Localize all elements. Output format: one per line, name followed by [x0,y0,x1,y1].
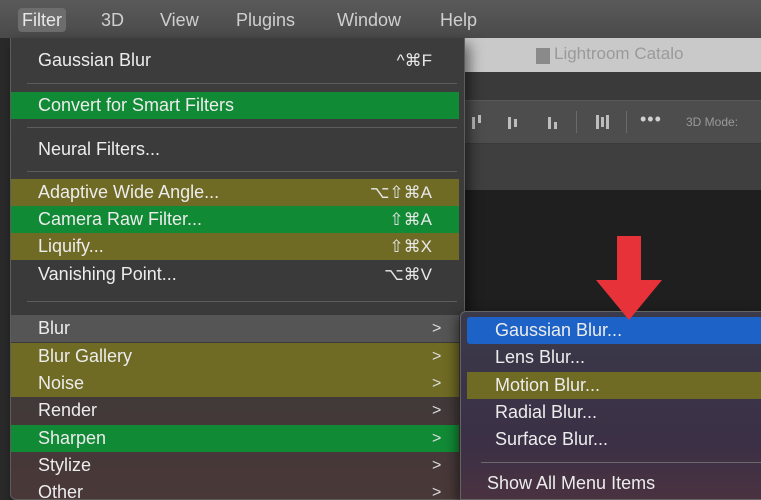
menu-item-liquify[interactable]: Liquify... ⇧⌘X [11,233,459,260]
menu-item-label: Sharpen [38,428,107,448]
blur-submenu: Gaussian Blur... Lens Blur... Motion Blu… [460,311,761,500]
submenu-item-radial-blur[interactable]: Radial Blur... [467,399,761,426]
arrow-down-icon [596,236,662,320]
chevron-right-icon: > [432,430,442,447]
menu-view[interactable]: View [156,8,203,32]
menu-3d[interactable]: 3D [97,8,128,32]
align-bottom-icon[interactable] [546,115,562,129]
window-title-area [460,72,761,100]
submenu-divider [481,462,761,463]
menu-item-label: Convert for Smart Filters [38,95,235,115]
align-top-icon[interactable] [470,115,486,129]
red-arrow-annotation [596,236,662,320]
menu-divider [27,83,457,84]
shortcut-text: ⇧⌘X [389,237,432,256]
chevron-right-icon: > [432,457,442,474]
menu-item-label: Adaptive Wide Angle... [38,182,220,202]
menu-plugins[interactable]: Plugins [232,8,299,32]
menu-item-sharpen[interactable]: Sharpen > [11,425,459,452]
app-menubar: Filter 3D View Plugins Window Help [0,0,761,38]
menu-item-neural-filters[interactable]: Neural Filters... [11,136,459,163]
chevron-right-icon: > [432,375,442,392]
menu-divider [27,127,457,128]
menu-item-label: Render [38,400,98,420]
menu-item-gaussian-blur-last[interactable]: Gaussian Blur ^⌘F [11,47,459,74]
chevron-right-icon: > [432,484,442,500]
more-options-icon[interactable]: ••• [640,109,662,130]
menu-item-label: Neural Filters... [38,139,161,159]
menu-item-adaptive-wide-angle[interactable]: Adaptive Wide Angle... ⌥⇧⌘A [11,179,459,206]
submenu-item-motion-blur[interactable]: Motion Blur... [467,372,761,399]
menu-item-blur[interactable]: Blur > [11,315,459,342]
menu-item-vanishing-point[interactable]: Vanishing Point... ⌥⌘V [11,261,459,288]
3d-mode-label: 3D Mode: [686,115,739,129]
options-bar: ••• 3D Mode: [460,100,761,144]
shortcut-text: ⌥⇧⌘A [369,183,432,202]
menu-item-label: Blur [38,318,71,338]
menu-item-noise[interactable]: Noise > [11,370,459,397]
menu-divider [27,171,457,172]
document-tab-strip: Lightroom Catalo [460,38,761,72]
shortcut-text: ^⌘F [396,51,432,70]
menu-item-render[interactable]: Render > [11,397,459,424]
document-icon [536,48,550,64]
menu-item-convert-smart-filters[interactable]: Convert for Smart Filters [11,92,459,119]
align-vertical-center-icon[interactable] [506,115,522,129]
menu-item-label: Gaussian Blur [38,50,152,70]
submenu-item-show-all[interactable]: Show All Menu Items [487,470,655,497]
shortcut-text: ⇧⌘A [389,210,432,229]
options-separator [626,111,627,133]
menu-item-camera-raw-filter[interactable]: Camera Raw Filter... ⇧⌘A [11,206,459,233]
menu-item-label: Blur Gallery [38,346,133,366]
chevron-right-icon: > [432,402,442,419]
shortcut-text: ⌥⌘V [384,265,432,284]
menu-item-label: Vanishing Point... [38,264,177,284]
distribute-icon[interactable] [594,115,610,129]
menu-window[interactable]: Window [333,8,405,32]
document-tab-title[interactable]: Lightroom Catalo [554,44,683,64]
options-separator [576,111,577,133]
menu-item-label: Noise [38,373,85,393]
filter-dropdown-menu: Gaussian Blur ^⌘F Convert for Smart Filt… [10,38,465,500]
menu-filter[interactable]: Filter [18,8,66,32]
menu-item-other[interactable]: Other > [11,479,459,500]
menu-item-label: Other [38,482,84,500]
menu-item-label: Camera Raw Filter... [38,209,203,229]
menu-item-stylize[interactable]: Stylize > [11,452,459,479]
submenu-item-surface-blur[interactable]: Surface Blur... [467,426,761,453]
chevron-right-icon: > [432,320,442,337]
menu-item-label: Liquify... [38,236,104,256]
menu-divider [27,301,457,302]
chevron-right-icon: > [432,348,442,365]
menu-item-blur-gallery[interactable]: Blur Gallery > [11,343,459,370]
submenu-item-lens-blur[interactable]: Lens Blur... [467,344,761,371]
submenu-item-gaussian-blur[interactable]: Gaussian Blur... [467,317,761,344]
menu-item-label: Stylize [38,455,92,475]
panel-area [460,144,761,190]
menu-help[interactable]: Help [436,8,481,32]
